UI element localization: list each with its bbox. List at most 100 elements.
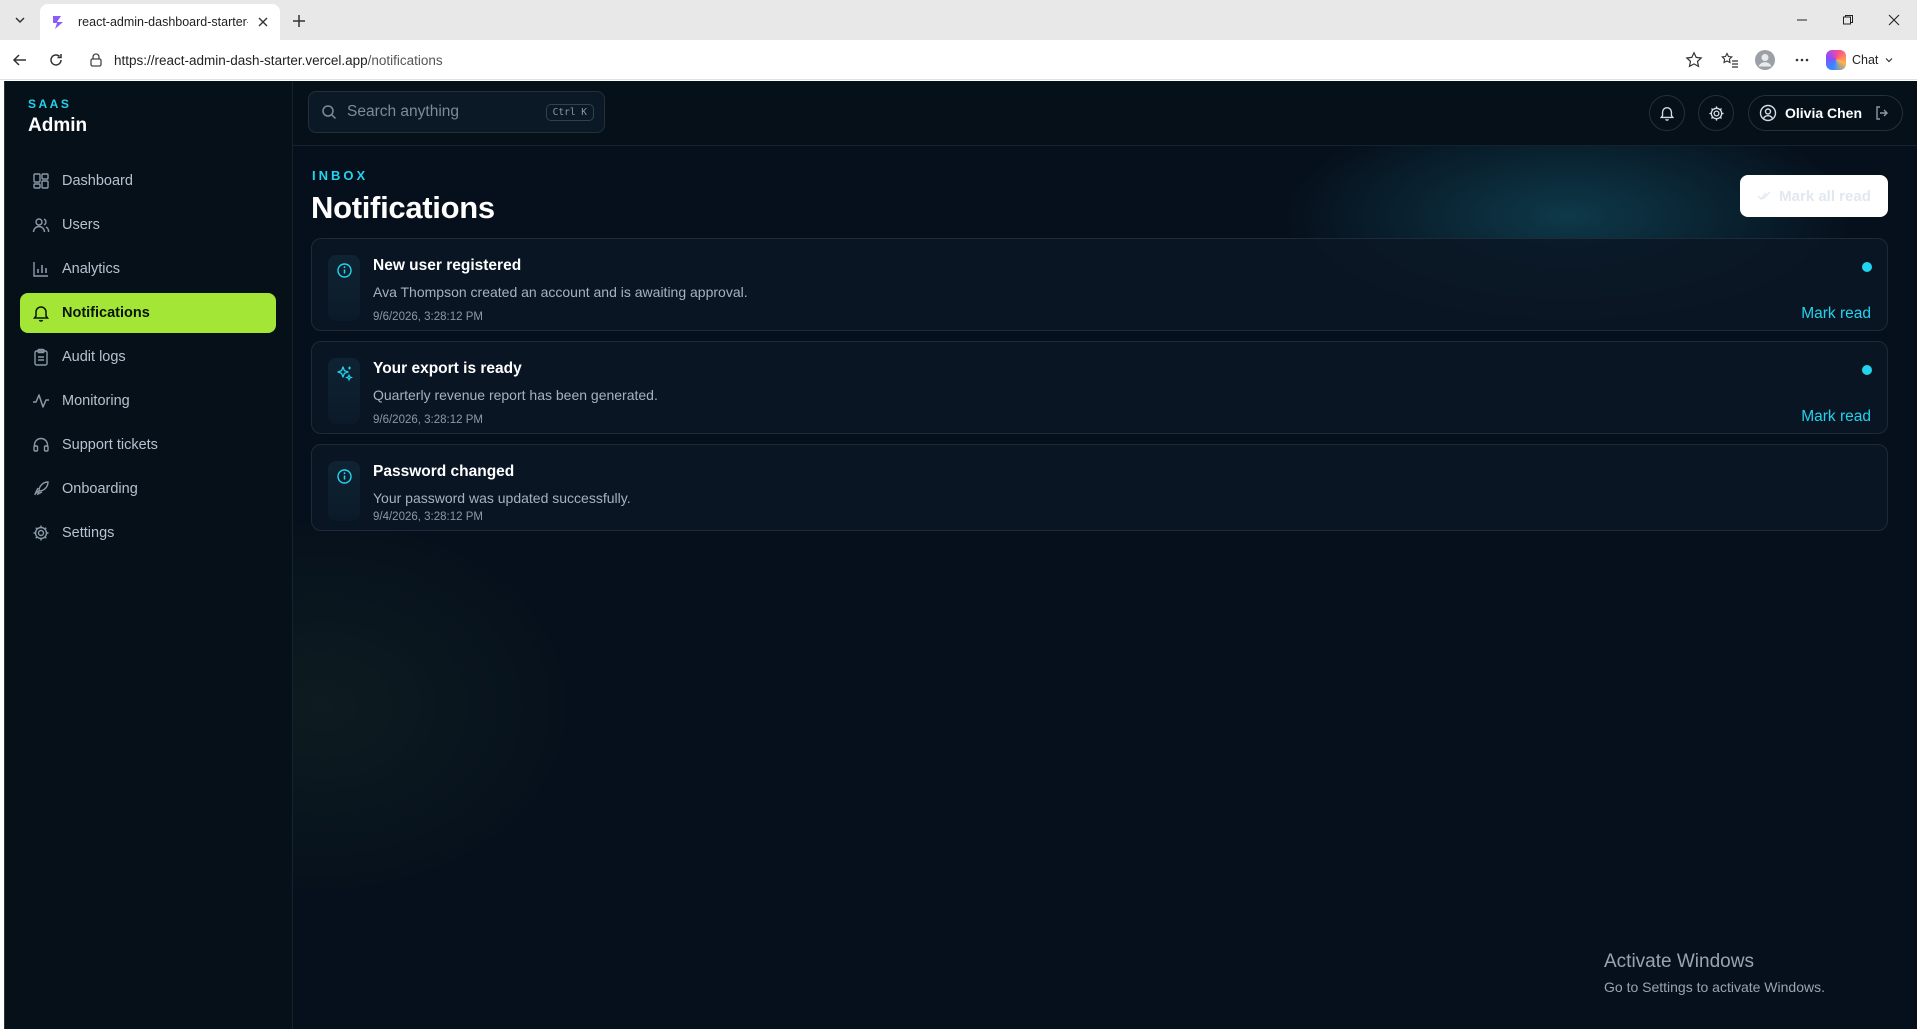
notification-title: Password changed	[373, 463, 515, 480]
gear-icon	[33, 525, 49, 541]
rocket-icon	[34, 481, 49, 496]
app-root: SAAS Admin Dashboard Users Analytics Not…	[4, 81, 1917, 1029]
address-bar[interactable]: https://react-admin-dash-starter.vercel.…	[76, 45, 1696, 75]
sidebar-item-audit-logs[interactable]: Audit logs	[20, 337, 276, 377]
watermark-subtitle: Go to Settings to activate Windows.	[1604, 979, 1825, 995]
unread-dot	[1862, 365, 1872, 375]
user-circle-icon	[1759, 104, 1777, 122]
info-icon	[337, 263, 352, 278]
notification-time: 9/4/2026, 3:28:12 PM	[373, 511, 483, 523]
search-placeholder: Search anything	[347, 103, 460, 120]
sidebar-nav: Dashboard Users Analytics Notifications …	[20, 161, 276, 557]
mark-read-button[interactable]: Mark read	[1801, 408, 1871, 426]
analytics-icon	[33, 262, 48, 277]
top-bar: Search anything Ctrl K Olivia Chen	[293, 81, 1917, 146]
page-eyebrow: INBOX	[312, 168, 369, 183]
notifications-bell-button[interactable]	[1649, 95, 1685, 131]
notification-body: Quarterly revenue report has been genera…	[373, 387, 658, 403]
window-controls	[1779, 0, 1917, 40]
sidebar-item-label: Dashboard	[62, 173, 133, 189]
url-text: https://react-admin-dash-starter.vercel.…	[114, 53, 443, 68]
minimize-icon[interactable]	[1779, 0, 1825, 40]
sidebar-item-support-tickets[interactable]: Support tickets	[20, 425, 276, 465]
main-content: INBOX Notifications Mark all read New us…	[293, 146, 1917, 1029]
notification-title: Your export is ready	[373, 360, 522, 377]
shortcut-badge: Ctrl K	[545, 103, 594, 121]
headset-icon	[33, 437, 49, 452]
browser-tab-bar: react-admin-dashboard-starter-te	[0, 0, 1917, 40]
sidebar-item-label: Support tickets	[62, 437, 158, 453]
back-arrow-icon[interactable]	[8, 48, 32, 72]
app-favicon-icon	[53, 16, 63, 29]
notification-icon-container	[328, 358, 360, 424]
sidebar-item-label: Audit logs	[62, 349, 126, 365]
search-icon	[322, 105, 337, 120]
chevron-down-icon	[1885, 58, 1893, 63]
sidebar-item-monitoring[interactable]: Monitoring	[20, 381, 276, 421]
mark-all-read-label: Mark all read	[1779, 187, 1871, 205]
page-title: Notifications	[311, 190, 495, 225]
gear-icon	[1708, 105, 1724, 121]
info-icon	[337, 469, 352, 484]
windows-activation-watermark: Activate Windows Go to Settings to activ…	[1604, 951, 1825, 995]
close-window-icon[interactable]	[1871, 0, 1917, 40]
favorite-star-icon[interactable]	[1682, 48, 1706, 72]
more-options-icon[interactable]	[1790, 48, 1814, 72]
notification-card: Your export is ready Quarterly revenue r…	[311, 341, 1888, 434]
sidebar-item-label: Notifications	[62, 305, 150, 321]
sidebar-item-label: Settings	[62, 525, 115, 541]
notification-time: 9/6/2026, 3:28:12 PM	[373, 311, 483, 323]
mark-all-read-button[interactable]: Mark all read	[1740, 175, 1888, 217]
sidebar-item-notifications[interactable]: Notifications	[20, 293, 276, 333]
notification-card: New user registered Ava Thompson created…	[311, 238, 1888, 331]
bell-icon	[1659, 107, 1675, 121]
dashboard-icon	[33, 173, 49, 189]
clipboard-icon	[34, 348, 48, 366]
bell-icon	[33, 306, 49, 322]
sparkles-icon	[337, 366, 353, 382]
favorites-list-icon[interactable]	[1718, 48, 1742, 72]
activity-icon	[33, 394, 49, 408]
logout-icon[interactable]	[1874, 105, 1890, 121]
notification-title: New user registered	[373, 257, 522, 274]
settings-button[interactable]	[1698, 95, 1734, 131]
brand-title[interactable]: Admin	[28, 115, 87, 137]
browser-tab[interactable]: react-admin-dashboard-starter-te	[40, 4, 280, 40]
restore-icon[interactable]	[1825, 0, 1871, 40]
notification-body: Ava Thompson created an account and is a…	[373, 284, 748, 300]
sidebar: SAAS Admin Dashboard Users Analytics Not…	[5, 81, 293, 1029]
sidebar-item-label: Users	[62, 217, 100, 233]
browser-toolbar: https://react-admin-dash-starter.vercel.…	[0, 40, 1917, 80]
check-icon	[1757, 191, 1771, 201]
watermark-title: Activate Windows	[1604, 951, 1754, 972]
sidebar-item-dashboard[interactable]: Dashboard	[20, 161, 276, 201]
notification-icon-container	[328, 461, 360, 521]
chat-label: Chat	[1852, 53, 1879, 67]
user-menu[interactable]: Olivia Chen	[1748, 95, 1903, 131]
unread-dot	[1862, 262, 1872, 272]
tab-title: react-admin-dashboard-starter-te	[78, 15, 248, 29]
site-info-icon[interactable]	[88, 52, 104, 68]
brand-eyebrow: SAAS	[28, 97, 72, 111]
notification-time: 9/6/2026, 3:28:12 PM	[373, 414, 483, 426]
reload-icon[interactable]	[44, 48, 68, 72]
new-tab-plus-icon[interactable]	[288, 10, 310, 32]
copilot-chat-button[interactable]: Chat	[1826, 48, 1894, 72]
notification-icon-container	[328, 255, 360, 321]
sidebar-item-onboarding[interactable]: Onboarding	[20, 469, 276, 509]
sidebar-item-users[interactable]: Users	[20, 205, 276, 245]
sidebar-item-label: Analytics	[62, 261, 121, 277]
tab-list-chevron-icon[interactable]	[8, 8, 32, 32]
profile-avatar-icon[interactable]	[1752, 48, 1778, 72]
user-name: Olivia Chen	[1785, 105, 1863, 121]
close-tab-icon[interactable]	[254, 13, 272, 31]
sidebar-item-label: Monitoring	[62, 393, 130, 409]
sidebar-item-label: Onboarding	[62, 481, 138, 497]
mark-read-button[interactable]: Mark read	[1801, 305, 1871, 323]
notification-body: Your password was updated successfully.	[373, 490, 631, 506]
sidebar-item-settings[interactable]: Settings	[20, 513, 276, 553]
users-icon	[32, 218, 50, 233]
notification-card: Password changed Your password was updat…	[311, 444, 1888, 531]
sidebar-item-analytics[interactable]: Analytics	[20, 249, 276, 289]
search-input[interactable]: Search anything Ctrl K	[308, 91, 605, 133]
